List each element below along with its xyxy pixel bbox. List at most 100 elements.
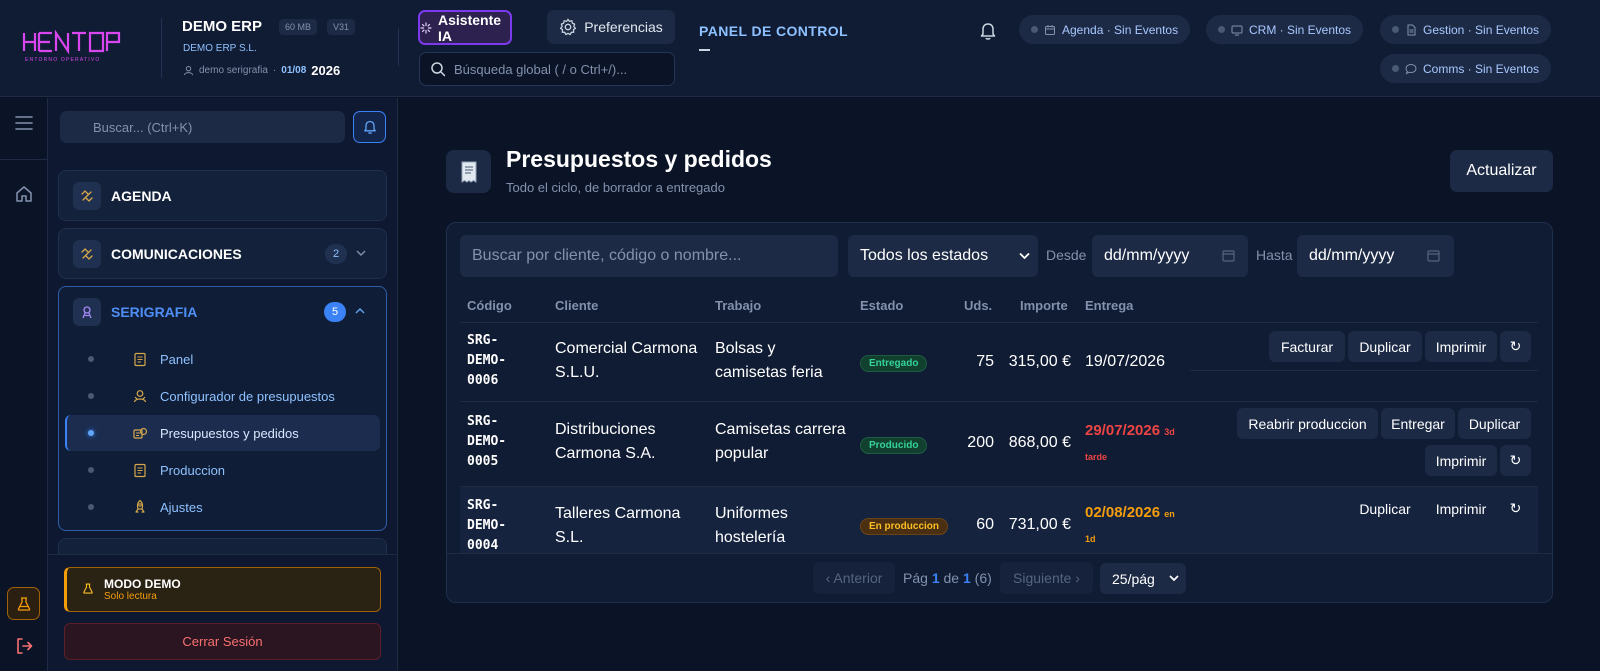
duplicate-button[interactable]: Duplicar [1348, 331, 1422, 362]
chat-icon [1405, 63, 1417, 75]
sidebar-item-ajustes[interactable]: Ajustes [65, 489, 380, 525]
invoice-button[interactable]: Facturar [1269, 331, 1345, 362]
delivery-date-late: 29/07/2026 3d [1085, 422, 1175, 439]
column-header[interactable]: Cliente [555, 298, 598, 313]
column-header[interactable]: Código [467, 298, 512, 313]
print-button[interactable]: Imprimir [1425, 493, 1497, 524]
communications-icon [73, 240, 101, 268]
rocket-icon [132, 499, 148, 515]
previous-page-button[interactable]: ‹ Anterior [813, 562, 895, 594]
bullet-dot [88, 467, 94, 473]
current-page: 1 [931, 570, 940, 586]
units-value: 75 [976, 353, 994, 370]
sidebar-item-panel[interactable]: Panel [65, 341, 380, 377]
reload-icon[interactable]: ↻ [1500, 445, 1531, 476]
column-header[interactable]: Estado [860, 298, 903, 313]
refresh-button[interactable]: Actualizar [1450, 150, 1553, 192]
due-in-label: en [1164, 509, 1175, 519]
search-icon [430, 61, 446, 77]
sidebar-item-produccion[interactable]: Produccion [65, 452, 380, 488]
gestion-events-chip[interactable]: Gestion · Sin Eventos [1380, 15, 1552, 44]
notifications-bell-icon[interactable] [979, 21, 997, 41]
gear-icon [559, 18, 577, 36]
date-to-input[interactable]: dd/mm/yyyy [1297, 235, 1454, 277]
user-info: demo serigrafia · 01/08 2026 [183, 63, 340, 78]
global-search-input[interactable]: Búsqueda global ( / o Ctrl+/)... [419, 52, 675, 86]
logo-tagline: ENTORNO OPERATIVO [25, 57, 101, 63]
deliver-button[interactable]: Entregar [1381, 408, 1455, 439]
order-code-line: 0004 [467, 538, 499, 553]
menu-icon[interactable] [15, 115, 33, 131]
column-header[interactable]: Importe [1020, 298, 1068, 313]
home-icon[interactable] [14, 184, 34, 204]
count-badge: 2 [325, 244, 347, 264]
comms-events-chip[interactable]: Comms · Sin Eventos [1380, 54, 1552, 83]
sidebar-item-configurador[interactable]: Configurador de presupuestos [65, 378, 380, 414]
divider [398, 28, 399, 66]
reopen-production-button[interactable]: Reabrir produccion [1237, 408, 1378, 439]
nav-group-agenda[interactable]: AGENDA [58, 170, 387, 221]
sidebar-item-label: Ajustes [160, 500, 203, 515]
next-page-button[interactable]: Siguiente › [1000, 562, 1093, 594]
sidebar-item-presupuestos[interactable]: Presupuestos y pedidos [65, 415, 380, 451]
status-filter-select[interactable]: Todos los estados [848, 235, 1038, 277]
print-button[interactable]: Imprimir [1425, 445, 1497, 476]
column-header[interactable]: Entrega [1085, 298, 1133, 313]
page-title: Presupuestos y pedidos [506, 146, 772, 172]
page-size-select[interactable]: 25/pág [1100, 563, 1186, 594]
users-icon [132, 388, 148, 404]
column-header[interactable]: Uds. [964, 298, 992, 313]
amount-value: 731,00 € [1008, 516, 1071, 533]
job-name: Bolsas y camisetas feria [715, 337, 823, 385]
date-from-input[interactable]: dd/mm/yyyy [1092, 235, 1248, 277]
flask-icon [16, 596, 32, 612]
ai-assistant-label: Asistente IA [438, 11, 502, 44]
monitor-icon [1231, 24, 1243, 36]
client-name-line: S.L. [555, 529, 584, 546]
separator: · [272, 65, 277, 76]
calendar-icon[interactable] [1222, 249, 1235, 262]
panel-title: PANEL DE CONTROL [699, 23, 848, 39]
agenda-events-chip[interactable]: Agenda · Sin Eventos [1019, 15, 1191, 44]
sidebar-item-label: Panel [160, 352, 194, 367]
logout-button[interactable]: Cerrar Sesión [64, 623, 381, 660]
date-to-placeholder: dd/mm/yyyy [1309, 247, 1395, 264]
demo-mode-button[interactable] [7, 587, 40, 620]
nav-group-next[interactable] [58, 538, 387, 554]
version-badge: V31 [327, 19, 356, 35]
orders-search-input[interactable]: Buscar por cliente, código o nombre... [460, 235, 838, 277]
demo-mode-title: MODO DEMO [104, 577, 181, 591]
ai-assistant-button[interactable]: Asistente IA [418, 10, 512, 45]
agenda-events-label: Agenda · Sin Eventos [1062, 22, 1179, 37]
reload-icon[interactable]: ↻ [1500, 493, 1531, 524]
order-code: SRG- DEMO- 0006 [467, 331, 527, 391]
preferences-button[interactable]: Preferencias [547, 10, 675, 44]
reload-icon[interactable]: ↻ [1500, 331, 1531, 362]
sidebar-search-input[interactable]: Buscar... (Ctrl+K) [60, 111, 345, 143]
client-name: Comercial Carmona S.L.U. [555, 337, 697, 385]
client-name-line: Talleres Carmona [555, 505, 681, 522]
cart-icon [132, 425, 148, 441]
status-dot [1031, 26, 1038, 33]
nav-group-title: SERIGRAFIA [111, 304, 198, 320]
chevron-down-icon[interactable] [356, 249, 366, 257]
delivery-date: 02/08/2026 [1085, 504, 1161, 521]
column-header[interactable]: Trabajo [715, 298, 761, 313]
duplicate-button[interactable]: Duplicar [1348, 493, 1422, 524]
sidebar-bell-button[interactable] [353, 111, 386, 143]
crm-events-chip[interactable]: CRM · Sin Eventos [1206, 15, 1364, 44]
order-code-line: SRG- [467, 498, 499, 513]
company-legal-name: DEMO ERP S.L. [183, 43, 257, 54]
duplicate-button[interactable]: Duplicar [1458, 408, 1531, 439]
nav-group-comunicaciones[interactable]: COMUNICACIONES 2 [58, 228, 387, 279]
order-code-line: SRG- [467, 333, 499, 348]
units-value: 60 [976, 516, 994, 533]
status-filter-value: Todos los estados [860, 247, 989, 264]
chevron-up-icon[interactable] [355, 307, 365, 315]
logout-icon[interactable] [15, 637, 33, 655]
from-label: Desde [1046, 247, 1087, 263]
divider [48, 554, 398, 555]
calendar-icon[interactable] [1427, 249, 1440, 262]
print-button[interactable]: Imprimir [1425, 331, 1497, 362]
app-logo[interactable] [22, 30, 142, 54]
